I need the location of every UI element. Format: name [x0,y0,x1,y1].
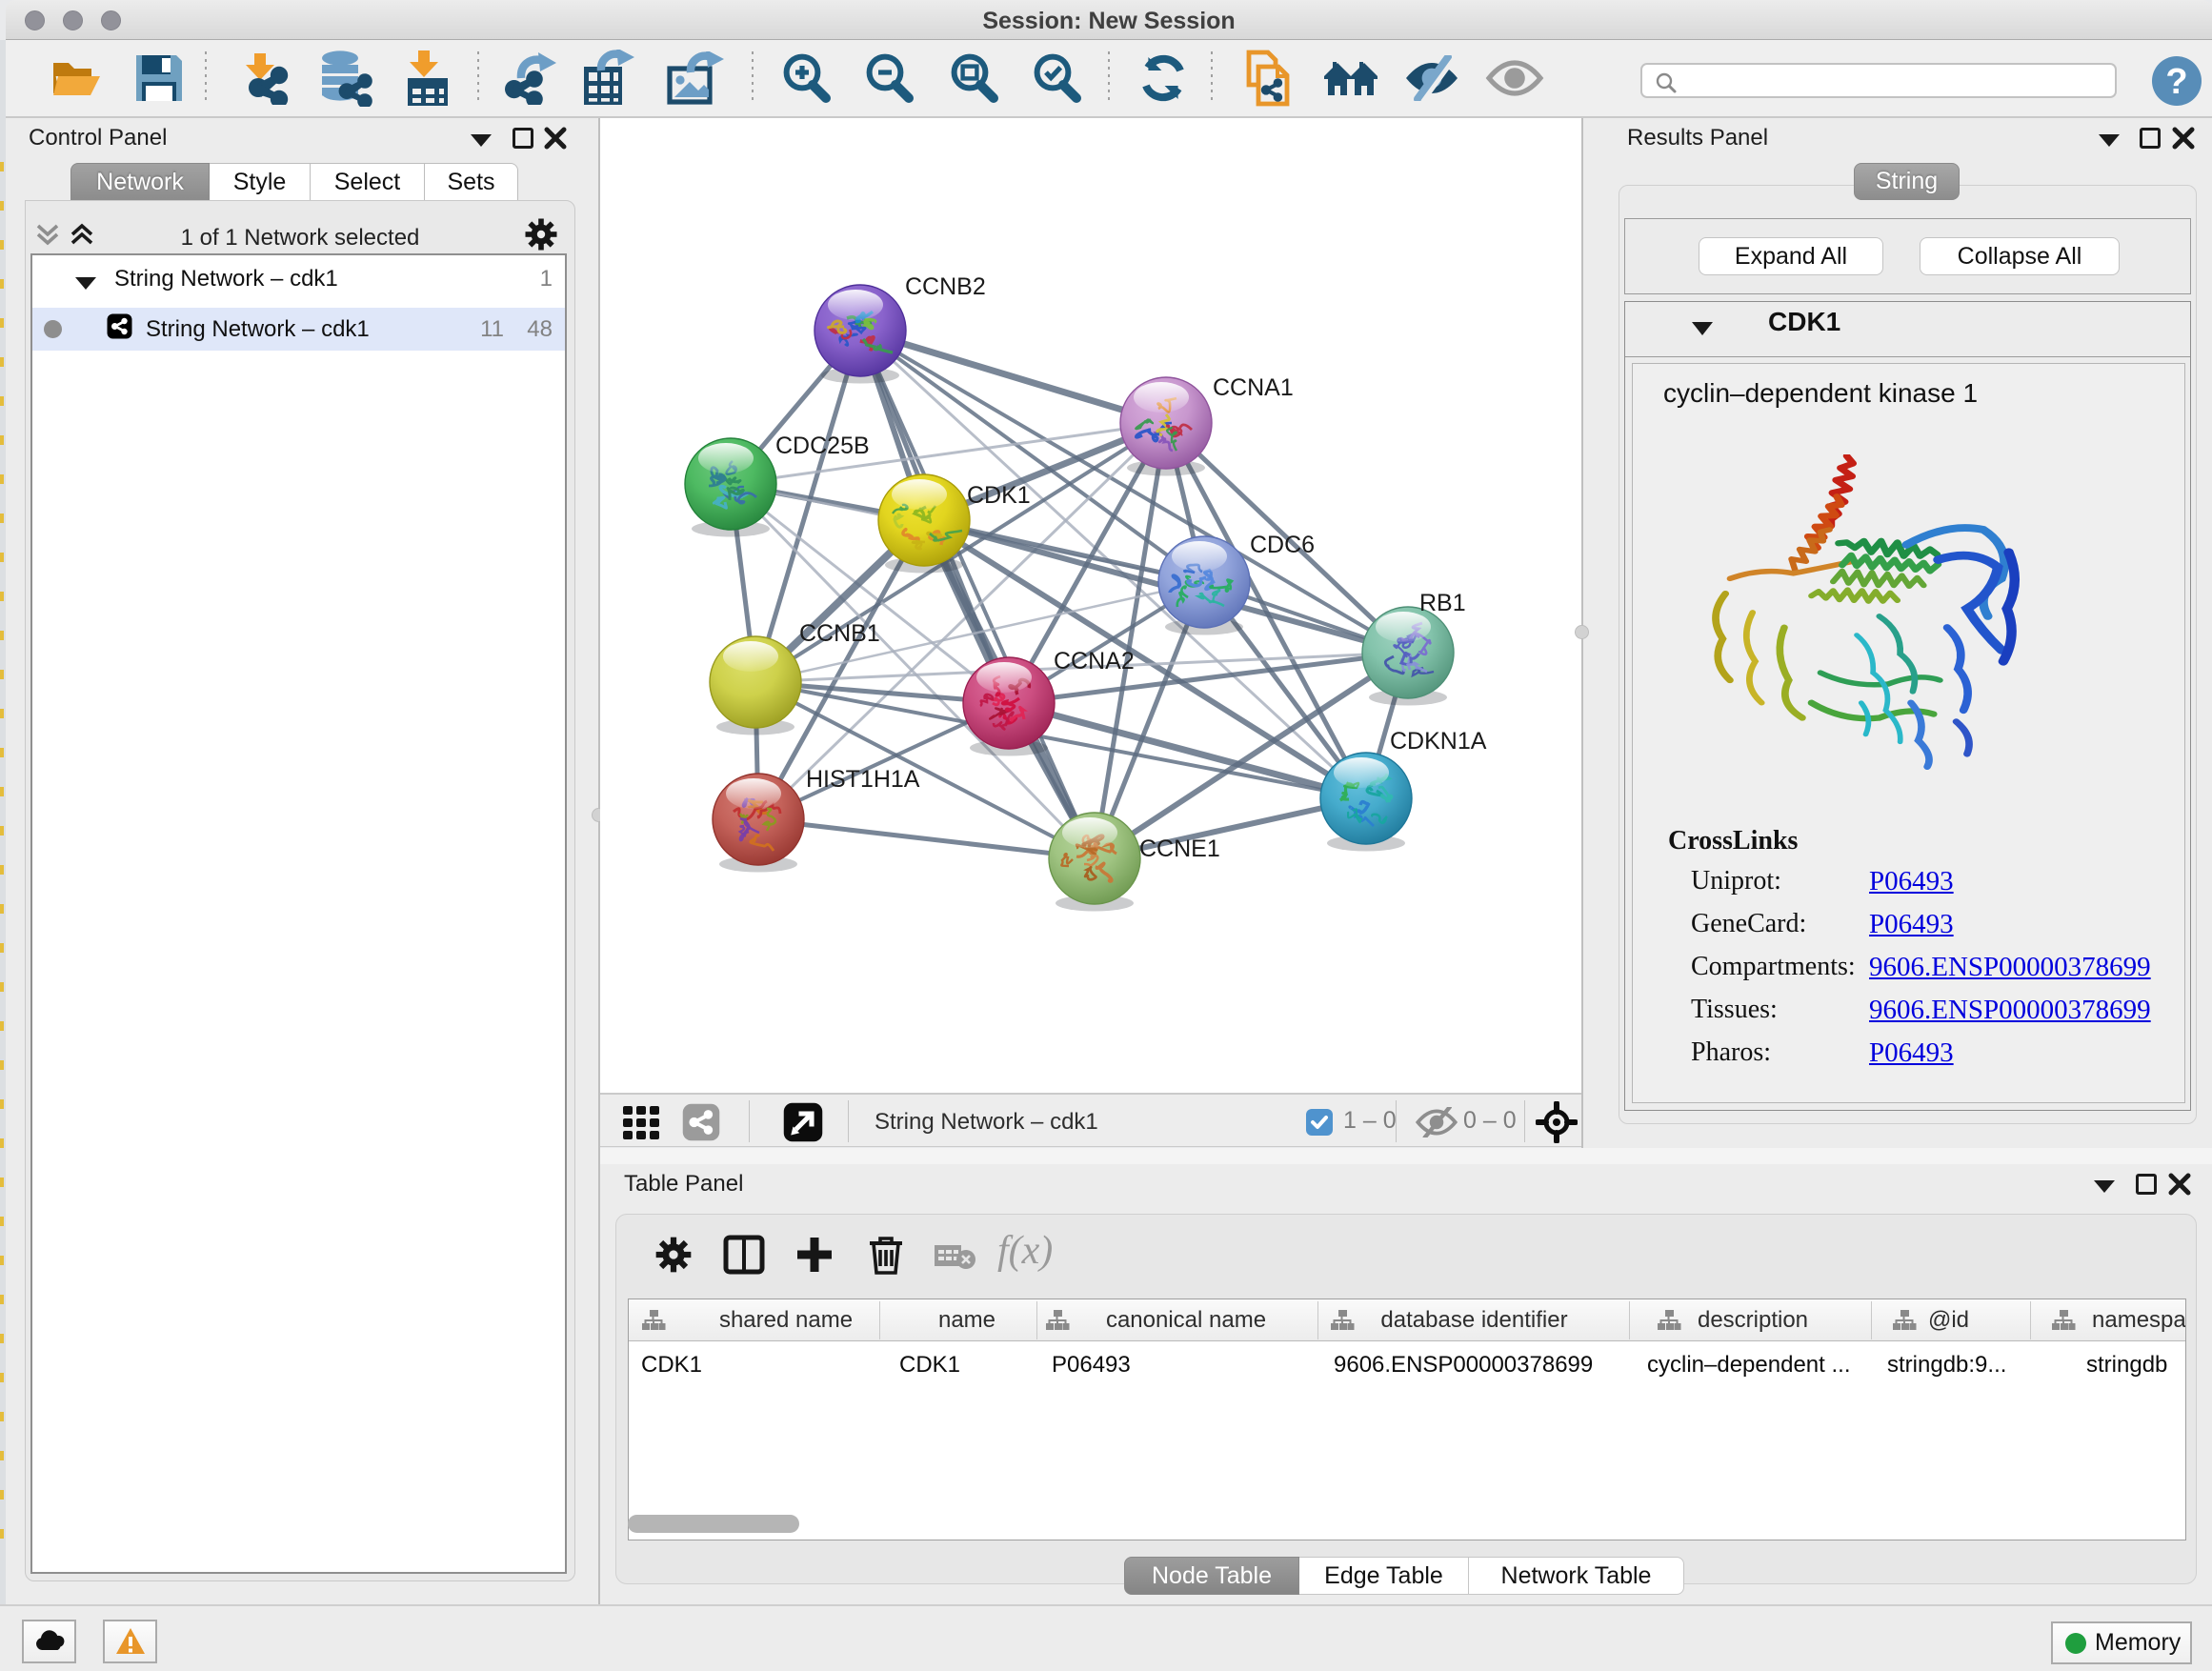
svg-text:CCNB2: CCNB2 [905,273,986,300]
svg-text:CDC25B: CDC25B [775,433,870,459]
svg-text:CCNB1: CCNB1 [799,620,880,647]
svg-text:CDK1: CDK1 [967,482,1031,509]
svg-text:CCNA2: CCNA2 [1054,648,1135,674]
svg-text:RB1: RB1 [1419,590,1466,616]
svg-text:CCNA1: CCNA1 [1213,374,1294,401]
svg-text:HIST1H1A: HIST1H1A [806,766,920,793]
svg-text:CDKN1A: CDKN1A [1390,728,1487,755]
svg-text:?: ? [2165,62,2187,102]
svg-text:CCNE1: CCNE1 [1139,836,1220,862]
svg-text:CDC6: CDC6 [1250,532,1315,558]
